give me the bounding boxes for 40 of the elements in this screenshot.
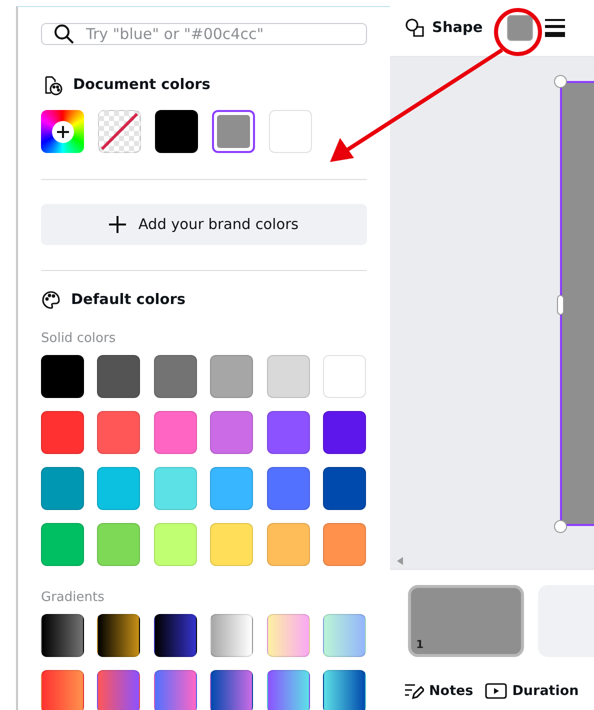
gradient-swatch[interactable] [266, 670, 310, 710]
notes-button[interactable]: Notes [404, 682, 474, 700]
duration-button[interactable]: Duration [485, 682, 579, 700]
section-title: Document colors [73, 77, 210, 93]
gradient-swatch[interactable] [322, 670, 366, 710]
group-label: Gradients [41, 590, 106, 605]
gradient-swatch[interactable] [154, 670, 197, 710]
plus-icon [52, 120, 74, 142]
scroll-left-icon [397, 557, 403, 565]
resize-handle[interactable] [557, 295, 564, 315]
page-number: 1 [416, 638, 424, 651]
group-label: Solid colors [41, 331, 117, 346]
notes-icon [404, 682, 424, 700]
resize-handle[interactable] [554, 520, 567, 533]
gradient-swatch[interactable] [210, 670, 254, 710]
line-weight-button[interactable] [544, 19, 565, 37]
section-title: Default colors [71, 292, 186, 308]
shape-button[interactable]: Shape [405, 18, 483, 38]
shape-icon [405, 18, 425, 38]
plus-icon [109, 216, 126, 233]
color-swatch[interactable] [212, 110, 255, 153]
search-icon [54, 24, 74, 44]
gradient-swatch[interactable] [41, 670, 84, 710]
search-field[interactable]: Try "blue" or "#00c4cc" [41, 23, 367, 45]
resize-handle[interactable] [554, 75, 567, 88]
add-brand-colors-button[interactable]: Add your brand colors [41, 204, 367, 245]
transparent-swatch[interactable] [98, 110, 141, 153]
gradient-swatch[interactable] [97, 614, 140, 657]
gradient-swatch[interactable] [266, 614, 310, 657]
play-icon [485, 682, 508, 700]
palette-icon [41, 290, 61, 310]
page-thumbnail[interactable]: 1 [408, 585, 524, 657]
fill-color-button[interactable] [506, 15, 533, 41]
gradient-swatch[interactable] [154, 614, 197, 657]
gradient-swatch[interactable] [41, 614, 84, 657]
gradient-swatch[interactable] [322, 614, 366, 657]
gradient-swatch[interactable] [97, 670, 140, 710]
gradient-swatch[interactable] [210, 614, 254, 657]
annotation-circle [493, 7, 543, 57]
add-color-button[interactable] [41, 110, 84, 153]
